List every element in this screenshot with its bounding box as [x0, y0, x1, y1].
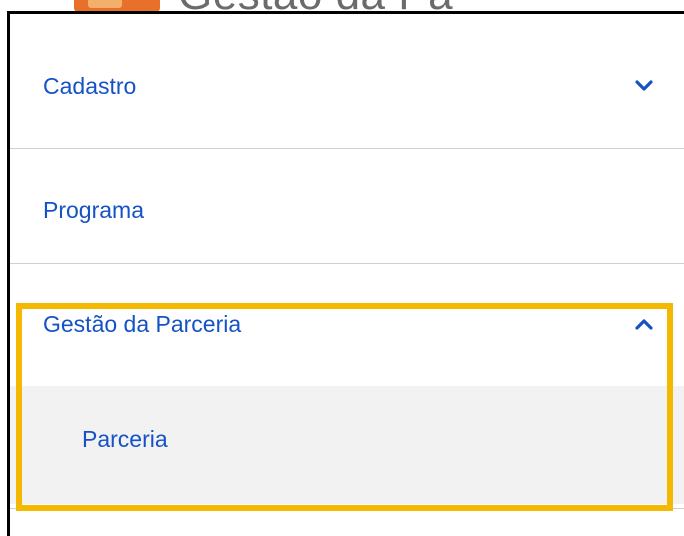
menu-item-gestao-da-parceria[interactable]: Gestão da Parceria — [10, 284, 684, 364]
logo-mark-icon — [88, 0, 122, 8]
divider — [10, 263, 684, 264]
side-menu: Cadastro Programa Gestão da Parceria Par… — [7, 14, 684, 536]
chevron-up-icon[interactable] — [632, 312, 656, 336]
submenu-gestao-da-parceria: Parceria — [10, 386, 684, 504]
menu-item-label: Programa — [43, 196, 144, 223]
menu-item-label: Cadastro — [43, 72, 137, 99]
chevron-down-icon[interactable] — [632, 74, 656, 98]
menu-item-label: Gestão da Parceria — [43, 310, 242, 337]
menu-item-programa[interactable]: Programa — [10, 170, 684, 250]
divider — [10, 148, 684, 149]
menu-item-cadastro[interactable]: Cadastro — [10, 46, 684, 126]
submenu-item-label: Parceria — [82, 426, 168, 452]
divider — [10, 508, 684, 509]
submenu-item-parceria[interactable]: Parceria — [10, 386, 684, 504]
